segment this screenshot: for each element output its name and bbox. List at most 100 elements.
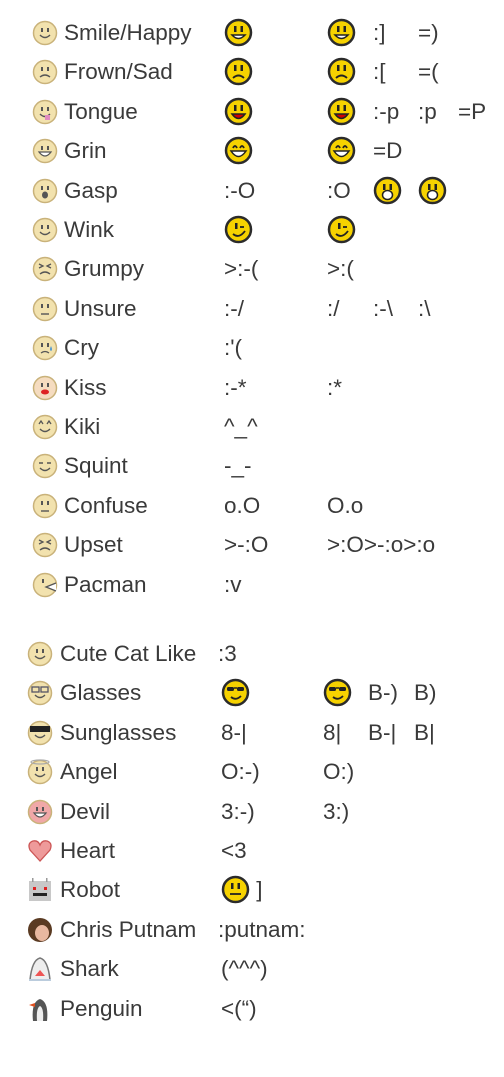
table-row: Glasses B-) B)	[0, 678, 504, 708]
shortcut-text: <(“)	[221, 995, 257, 1021]
shortcut-cell	[224, 57, 253, 87]
glasses-icon	[27, 680, 53, 706]
table-row: Frown/Sad :[ =(	[0, 57, 504, 87]
emoticon-name: Glasses	[60, 680, 142, 706]
shortcut-cell: 8-|	[221, 718, 247, 748]
devil-icon	[27, 799, 53, 825]
shortcut-cell: =D	[373, 136, 402, 166]
shortcut-text: =(	[418, 59, 439, 85]
table-row: Cute Cat Like :3	[0, 639, 504, 669]
table-row: Pacman :v	[0, 570, 504, 600]
emoticon-name: Chris Putnam	[60, 916, 197, 942]
heart-icon	[27, 838, 53, 864]
shortcut-text: :-O	[224, 177, 256, 203]
shortcut-cell	[221, 678, 250, 708]
chris-putnam-avatar-icon	[27, 917, 53, 943]
shortcut-cell	[224, 136, 253, 166]
shortcut-text: (^^^)	[221, 956, 268, 982]
smile-emoji-icon	[327, 18, 356, 47]
shortcut-text: =)	[418, 20, 439, 45]
frown-emoji-icon	[224, 57, 253, 86]
shortcut-text: =P	[458, 98, 487, 124]
shortcut-cell	[224, 97, 253, 127]
shortcut-text: =D	[373, 138, 403, 164]
shortcut-cell: O:)	[323, 757, 354, 787]
table-row: Cry:'(	[0, 333, 504, 363]
shortcut-text: >:O>-:o>:o	[327, 532, 436, 558]
shortcut-cell: :v	[224, 570, 242, 600]
shortcut-text: 3:)	[323, 798, 350, 824]
table-row: Devil 3:-) 3:)	[0, 797, 504, 827]
angel-icon	[27, 759, 53, 785]
shortcut-text: :putnam:	[218, 916, 306, 942]
table-row: Grumpy >:-( >:(	[0, 254, 504, 284]
shortcut-text: >:(	[327, 256, 354, 282]
shortcut-cell: (^^^)	[221, 954, 268, 984]
shortcut-cell: ^_^	[224, 412, 258, 442]
shortcut-cell: <3	[221, 836, 247, 866]
emoticon-name: Grumpy	[64, 256, 145, 282]
shortcut-cell: O:-)	[221, 757, 260, 787]
emoticon-name: Cute Cat Like	[60, 641, 197, 666]
shortcut-cell: =P	[458, 97, 486, 127]
emoticon-name: Devil	[60, 798, 111, 824]
shortcut-text: :-p	[373, 98, 400, 124]
shortcut-text: :-\	[373, 295, 393, 321]
shortcut-text: :-/	[224, 295, 244, 321]
shortcut-cell: :-O	[224, 176, 255, 206]
shortcut-cell: B-|	[368, 718, 396, 748]
confuse-icon	[32, 493, 58, 519]
shortcut-text: :]	[373, 20, 386, 45]
shortcut-cell: :-\	[373, 294, 393, 324]
emoticon-name: Upset	[64, 532, 123, 558]
pacman-icon	[32, 572, 58, 598]
shortcut-cell	[327, 18, 356, 48]
shortcut-text: B-|	[368, 719, 397, 745]
emoticon-name: Pacman	[64, 571, 147, 597]
shortcut-text: ^_^	[224, 414, 258, 439]
shortcut-cell	[327, 215, 356, 245]
shortcut-cell: :-/	[224, 294, 244, 324]
table-row: Gasp :-O :O	[0, 176, 504, 206]
emoticon-name: Penguin	[60, 995, 143, 1021]
shortcut-text: :p	[418, 98, 437, 124]
emoticon-name: Gasp	[64, 177, 118, 203]
table-row: Heart <3	[0, 836, 504, 866]
table-row: Robot ]	[0, 875, 504, 905]
shortcut-text: B)	[414, 680, 437, 706]
shortcut-cell: B)	[414, 678, 437, 708]
emoticon-name: Heart	[60, 838, 116, 863]
table-row: Smile/Happy:] =)	[0, 18, 504, 48]
squint-icon	[32, 453, 58, 479]
cool-emoji-icon	[323, 678, 352, 707]
shortcut-text: :O	[327, 177, 351, 203]
shortcut-cell: O.o	[327, 491, 363, 521]
shortcut-text: >:-(	[224, 256, 259, 282]
emoticon-name: Frown/Sad	[64, 59, 173, 85]
emoticon-name: Kiss	[64, 374, 107, 400]
shortcut-cell: 3:-)	[221, 797, 255, 827]
table-row: Squint -_-	[0, 451, 504, 481]
emoticon-name: Tongue	[64, 98, 138, 124]
smile-icon	[32, 20, 58, 46]
shortcut-text: 3:-)	[221, 798, 255, 824]
shortcut-text: O.o	[327, 492, 364, 518]
shortcut-cell	[373, 176, 402, 206]
gasp-icon	[32, 178, 58, 204]
shortcut-text: :-*	[224, 374, 247, 400]
shortcut-text: O:)	[323, 759, 355, 785]
shortcut-cell: :3	[218, 639, 237, 669]
table-row: Shark (^^^)	[0, 954, 504, 984]
shortcut-cell: o.O	[224, 491, 260, 521]
shortcut-cell: =(	[418, 57, 439, 87]
shortcut-cell: <(“)	[221, 994, 257, 1024]
shortcut-cell: :]	[373, 18, 386, 48]
shortcut-text: :[	[373, 59, 386, 85]
shortcut-cell: -_-	[224, 451, 252, 481]
shortcut-cell: :\	[418, 294, 431, 324]
neutral-emoji-icon	[221, 875, 250, 904]
table-row: Penguin <(“)	[0, 994, 504, 1024]
shortcut-cell	[327, 57, 356, 87]
emoticon-name: Squint	[64, 453, 128, 479]
shortcut-text: :*	[327, 374, 343, 400]
